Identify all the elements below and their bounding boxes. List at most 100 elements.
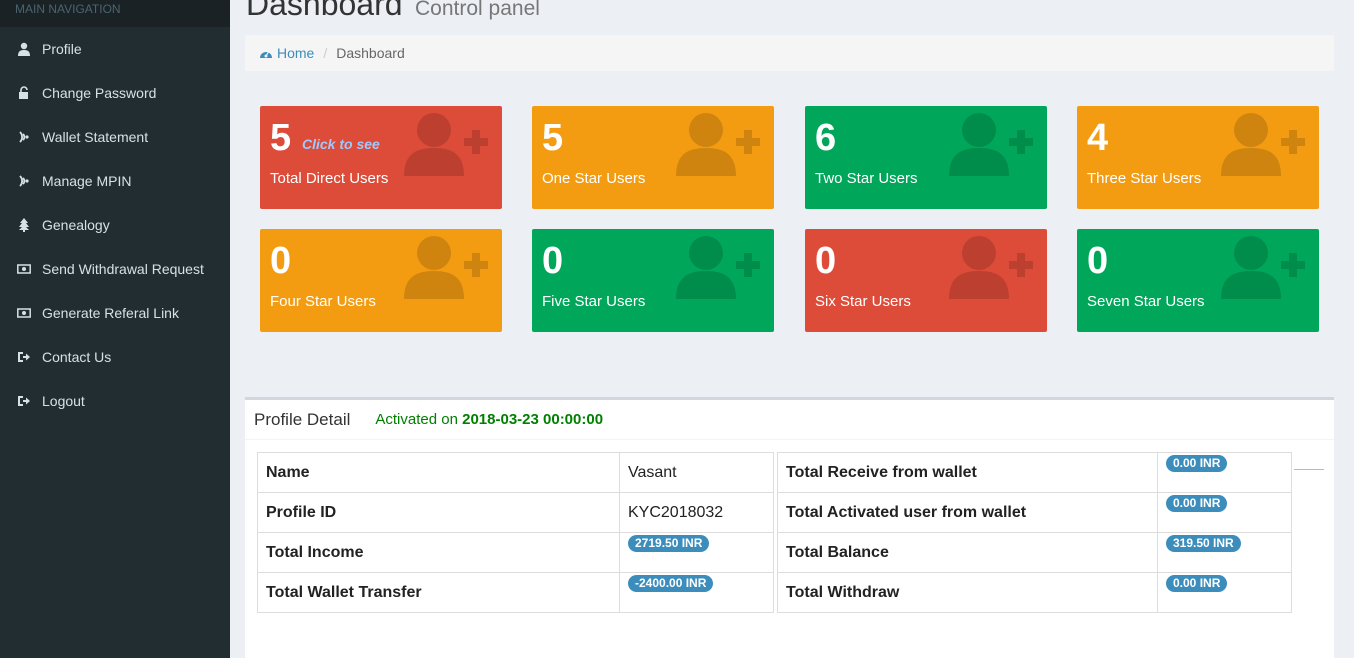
page-title: Dashboard <box>246 0 403 22</box>
table-row: Total Activated user from wallet 0.00 IN… <box>777 492 1292 533</box>
stat-box-four-star-users[interactable]: 0 Four Star Users <box>260 229 502 332</box>
row-value: 319.50 INR <box>1157 532 1292 573</box>
user-plus-icon <box>676 113 760 176</box>
profile-table-right: Total Receive from wallet 0.00 INR Total… <box>777 452 1292 613</box>
signal-icon <box>17 130 31 144</box>
table-row: Total Receive from wallet 0.00 INR <box>777 452 1292 493</box>
breadcrumb-home-label: Home <box>277 45 315 61</box>
user-plus-icon <box>404 113 488 176</box>
sidebar-item-label: Profile <box>42 41 82 57</box>
row-key: Total Activated user from wallet <box>777 492 1158 533</box>
breadcrumb: Home / Dashboard <box>245 35 1334 71</box>
dashboard-icon <box>260 50 272 58</box>
sidebar-item-generate-referal[interactable]: Generate Referal Link <box>0 291 230 335</box>
row-key: Name <box>257 452 620 493</box>
amount-badge: 319.50 INR <box>1166 534 1241 552</box>
sidebar-item-wallet-statement[interactable]: Wallet Statement <box>0 115 230 159</box>
divider <box>1294 469 1324 470</box>
stat-count: 5 <box>270 117 292 159</box>
tree-icon <box>17 218 31 232</box>
table-row: Total Balance 319.50 INR <box>777 532 1292 573</box>
row-value: 2719.50 INR <box>619 532 774 573</box>
table-row: Profile ID KYC2018032 <box>257 492 774 533</box>
stat-label: Two Star Users <box>815 170 918 187</box>
stat-box-two-star-users[interactable]: 6 Two Star Users <box>805 106 1047 209</box>
row-key: Total Wallet Transfer <box>257 572 620 613</box>
sidebar-item-logout[interactable]: Logout <box>0 379 230 423</box>
stat-box-five-star-users[interactable]: 0 Five Star Users <box>532 229 774 332</box>
sidebar-item-contact-us[interactable]: Contact Us <box>0 335 230 379</box>
user-plus-icon <box>949 236 1033 299</box>
amount-badge: -2400.00 INR <box>628 574 714 592</box>
amount-badge: 0.00 INR <box>1166 454 1228 472</box>
table-row: Name Vasant <box>257 452 774 493</box>
stat-count: 6 <box>815 117 837 159</box>
table-row: Total Income 2719.50 INR <box>257 532 774 573</box>
stat-label: Five Star Users <box>542 293 646 310</box>
row-value: Vasant <box>619 452 774 493</box>
page-subtitle: Control panel <box>415 0 540 20</box>
sidebar-item-label: Generate Referal Link <box>42 305 179 321</box>
user-plus-icon <box>676 236 760 299</box>
page-header: Dashboard Control panel <box>246 0 540 26</box>
user-icon <box>17 42 31 56</box>
row-value: -2400.00 INR <box>619 572 774 613</box>
sidebar-item-manage-mpin[interactable]: Manage MPIN <box>0 159 230 203</box>
sign-out-icon <box>17 394 31 408</box>
row-value: KYC2018032 <box>619 492 774 533</box>
sidebar-item-genealogy[interactable]: Genealogy <box>0 203 230 247</box>
amount-badge: 2719.50 INR <box>628 534 710 552</box>
activation-status: Activated on 2018-03-23 00:00:00 <box>375 411 603 428</box>
sidebar-item-change-password[interactable]: Change Password <box>0 71 230 115</box>
sidebar-item-send-withdrawal[interactable]: Send Withdrawal Request <box>0 247 230 291</box>
money-icon <box>17 262 31 276</box>
breadcrumb-home-link[interactable]: Home <box>259 45 314 61</box>
stat-count: 0 <box>542 240 564 282</box>
stat-label: Three Star Users <box>1087 170 1202 187</box>
nav-header: MAIN NAVIGATION <box>0 0 230 27</box>
stat-label: One Star Users <box>542 170 646 187</box>
row-key: Total Income <box>257 532 620 573</box>
activation-prefix: Activated on <box>375 411 458 428</box>
stat-label: Four Star Users <box>270 293 376 310</box>
row-value: 0.00 INR <box>1157 492 1292 533</box>
profile-table-left: Name Vasant Profile ID KYC2018032 Total … <box>257 452 774 613</box>
user-plus-icon <box>1221 113 1305 176</box>
stat-label: Six Star Users <box>815 293 911 310</box>
main-content: Dashboard Control panel Home / Dashboard… <box>230 0 1354 658</box>
user-plus-icon <box>1221 236 1305 299</box>
sidebar-item-label: Logout <box>42 393 85 409</box>
stat-box-seven-star-users[interactable]: 0 Seven Star Users <box>1077 229 1319 332</box>
profile-detail-panel: Profile Detail Activated on 2018-03-23 0… <box>245 397 1334 658</box>
click-to-see-link[interactable]: Click to see <box>302 136 380 152</box>
sidebar-item-label: Manage MPIN <box>42 173 132 189</box>
sidebar-item-label: Contact Us <box>42 349 112 365</box>
row-key: Total Receive from wallet <box>777 452 1158 493</box>
stat-count: 0 <box>1087 240 1109 282</box>
stat-label: Seven Star Users <box>1087 293 1205 310</box>
stat-count: 0 <box>815 240 837 282</box>
amount-badge: 0.00 INR <box>1166 574 1228 592</box>
money-icon <box>17 306 31 320</box>
stat-box-one-star-users[interactable]: 5 One Star Users <box>532 106 774 209</box>
row-value: 0.00 INR <box>1157 572 1292 613</box>
signal-icon <box>17 174 31 188</box>
table-row: Total Wallet Transfer -2400.00 INR <box>257 572 774 613</box>
sidebar-item-label: Send Withdrawal Request <box>42 261 204 277</box>
stat-box-three-star-users[interactable]: 4 Three Star Users <box>1077 106 1319 209</box>
stat-box-six-star-users[interactable]: 0 Six Star Users <box>805 229 1047 332</box>
user-plus-icon <box>404 236 488 299</box>
stat-count: 5 <box>542 117 564 159</box>
sidebar-item-profile[interactable]: Profile <box>0 27 230 71</box>
row-key: Profile ID <box>257 492 620 533</box>
panel-title: Profile Detail <box>254 409 351 429</box>
row-value: 0.00 INR <box>1157 452 1292 493</box>
breadcrumb-separator: / <box>323 45 328 61</box>
unlock-icon <box>17 86 31 100</box>
sidebar-item-label: Wallet Statement <box>42 129 149 145</box>
sidebar-item-label: Change Password <box>42 85 157 101</box>
stat-box-total-direct-users[interactable]: 5 Click to see Total Direct Users <box>260 106 502 209</box>
table-row: Total Withdraw 0.00 INR <box>777 572 1292 613</box>
stat-count: 0 <box>270 240 292 282</box>
amount-badge: 0.00 INR <box>1166 494 1228 512</box>
